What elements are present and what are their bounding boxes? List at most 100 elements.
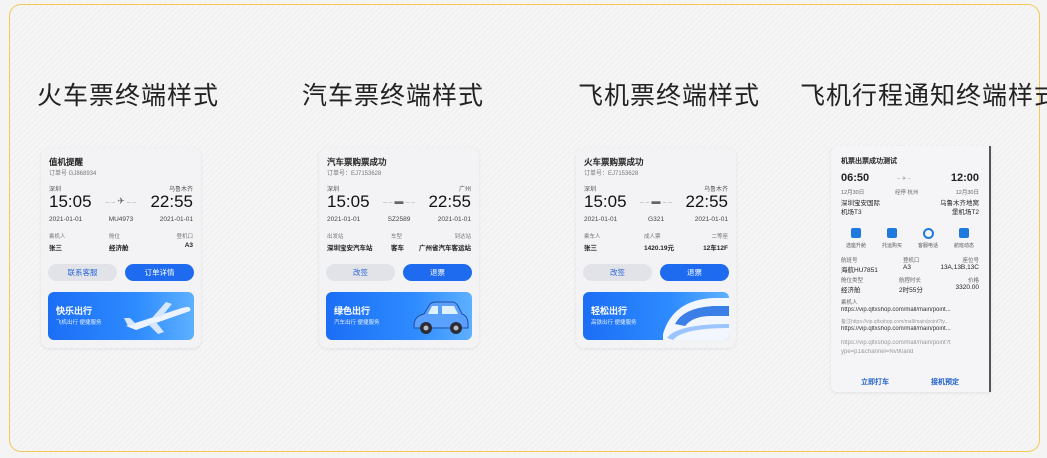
info-value: A3 <box>184 242 193 249</box>
info-value: 广州省汽车客运站 <box>419 245 471 252</box>
info-label: 车型 <box>391 234 403 240</box>
arrive-date: 2021-01-01 <box>159 216 193 223</box>
icon-label: 航班动态 <box>953 243 974 249</box>
refund-button[interactable]: 退票 <box>660 264 729 281</box>
depart-date: 2021-01-01 <box>49 216 83 223</box>
depart-time: 15:05 <box>49 192 92 211</box>
section-title-train: 火车票终端样式 <box>37 81 220 110</box>
info-label: 舱位类型 <box>841 278 864 284</box>
info-value: 深圳宝安汽车站 <box>327 245 373 252</box>
passenger-label: 乘机人 <box>841 300 858 306</box>
promo-banner[interactable]: 快乐出行 飞机出行 便捷服务 <box>48 292 194 340</box>
gift-icon[interactable] <box>887 228 897 238</box>
banner-title: 绿色出行 <box>334 306 371 316</box>
flight-code: MU4973 <box>108 216 134 223</box>
info-value: 客车 <box>391 245 404 252</box>
banner-title: 快乐出行 <box>56 306 93 316</box>
reschedule-button[interactable]: 改签 <box>326 264 395 281</box>
arrive-date: 2021-01-01 <box>437 216 471 223</box>
info-value: 3320.00 <box>955 284 980 291</box>
info-label: 舱位 <box>109 234 121 240</box>
depart-time: 15:05 <box>584 192 627 211</box>
banner-title: 轻松出行 <box>591 306 628 316</box>
depart-time: 15:05 <box>327 192 370 211</box>
calendar-icon[interactable] <box>959 228 969 238</box>
order-detail-button[interactable]: 订单详情 <box>125 264 194 281</box>
info-label: 二等座 <box>711 234 728 240</box>
info-value: 12车12F <box>703 245 728 252</box>
section-title-bus: 汽车票终端样式 <box>302 81 485 110</box>
car-icon[interactable] <box>851 228 861 238</box>
info-value: 张三 <box>584 245 597 252</box>
call-taxi-button[interactable]: 立即打车 <box>861 377 889 387</box>
ticket-card-bus: 汽车票购票成功 订单号：EJ7153628 深圳 广州 15:05 – – ▬ … <box>319 148 479 348</box>
card-title: 值机提醒 <box>49 157 84 167</box>
info-value: 13A,13B,13C <box>940 264 979 271</box>
icon-label: 客服电话 <box>917 243 938 249</box>
info-value: 海航HU7851 <box>841 267 878 274</box>
notice-title: 机票出票成功测试 <box>841 158 897 165</box>
link[interactable]: https://vip.qltxshop.com/mall/main/point… <box>841 326 981 332</box>
contact-service-button[interactable]: 联系客服 <box>48 264 117 281</box>
stopover: 经停 杭州 <box>895 190 919 196</box>
depart-time: 06:50 <box>841 172 870 184</box>
info-label: 航程时长 <box>899 278 922 284</box>
arrive-time: 22:55 <box>428 192 471 211</box>
info-value: 经济舱 <box>841 287 861 294</box>
icon-label: 托运购买 <box>881 243 902 249</box>
info-value: 2时55分 <box>899 287 923 294</box>
arrive-time: 22:55 <box>685 192 728 211</box>
icon-label: 选座升舱 <box>845 243 866 249</box>
plane-icon: – ✈ – <box>897 176 911 182</box>
depart-date: 2021-01-01 <box>327 216 361 223</box>
depart-date: 2021-01-01 <box>584 216 618 223</box>
to-terminal: 堡机场T2 <box>951 209 979 216</box>
info-label: 登机口 <box>903 258 920 264</box>
card-title: 汽车票购票成功 <box>327 157 387 167</box>
reschedule-button[interactable]: 改签 <box>583 264 652 281</box>
order-number: 订单号 GJ868934 <box>49 171 97 177</box>
info-label: 登机口 <box>176 234 193 240</box>
info-value: 张三 <box>49 245 62 252</box>
info-label: 乘车人 <box>584 234 601 240</box>
arrive-time: 22:55 <box>150 192 193 211</box>
depart-date: 12月30日 <box>841 190 865 196</box>
airport-pickup-button[interactable]: 接机预定 <box>931 377 959 387</box>
section-title-flight: 飞机票终端样式 <box>578 81 761 110</box>
link[interactable]: 备注https://vip.qltxshop.com/mall/main/poi… <box>841 318 981 325</box>
from-terminal: 机场T3 <box>841 209 862 216</box>
order-number: 订单号：EJ7153628 <box>584 171 639 177</box>
bus-code: SZ2589 <box>387 216 411 223</box>
flight-itinerary-notice-card: 机票出票成功测试 06:50 12:00 – ✈ – 12月30日 经停 杭州 … <box>831 146 991 392</box>
link[interactable]: https://vip.qltxshop.com/mall/main/point… <box>841 340 981 346</box>
banner-subtitle: 汽车出行 便捷服务 <box>334 320 380 326</box>
promo-banner[interactable]: 轻松出行 高铁出行 便捷服务 <box>583 292 729 340</box>
airplane-illustration-icon <box>124 302 191 334</box>
info-label: 航班号 <box>841 258 858 264</box>
banner-subtitle: 高铁出行 便捷服务 <box>591 320 637 326</box>
plane-icon: – – ✈ – – <box>105 196 137 206</box>
card-title: 火车票购票成功 <box>584 157 644 167</box>
link[interactable]: ype=p1&channel=Nv90and <box>841 349 981 355</box>
info-value: 经济舱 <box>109 245 129 252</box>
info-label: 价格 <box>967 278 979 284</box>
info-value: A3 <box>903 264 911 271</box>
car-illustration-icon <box>413 301 469 334</box>
train-illustration-icon <box>663 298 729 340</box>
section-title-flight-notice: 飞机行程通知终端样式 <box>800 81 1047 110</box>
refund-button[interactable]: 退票 <box>403 264 472 281</box>
ticket-card-flight-checkin: 值机提醒 订单号 GJ868934 深圳 乌鲁木齐 15:05 – – ✈ – … <box>41 148 201 348</box>
train-code: G321 <box>648 216 664 223</box>
arrive-time: 12:00 <box>950 172 979 184</box>
banner-subtitle: 飞机出行 便捷服务 <box>56 320 102 326</box>
promo-banner[interactable]: 绿色出行 汽车出行 便捷服务 <box>326 292 472 340</box>
info-value: 1420.19元 <box>644 245 674 252</box>
headset-icon[interactable] <box>923 228 934 239</box>
ticket-card-train: 火车票购票成功 订单号：EJ7153628 深圳 乌鲁木齐 15:05 – – … <box>576 148 736 348</box>
info-label: 座位号 <box>962 258 979 264</box>
info-label: 成人票 <box>644 234 661 240</box>
arrive-date: 2021-01-01 <box>694 216 728 223</box>
info-label: 到达站 <box>454 234 471 240</box>
link[interactable]: https://vip.qltxshop.com/mall/main/point… <box>841 307 981 313</box>
order-number: 订单号：EJ7153628 <box>327 171 382 177</box>
